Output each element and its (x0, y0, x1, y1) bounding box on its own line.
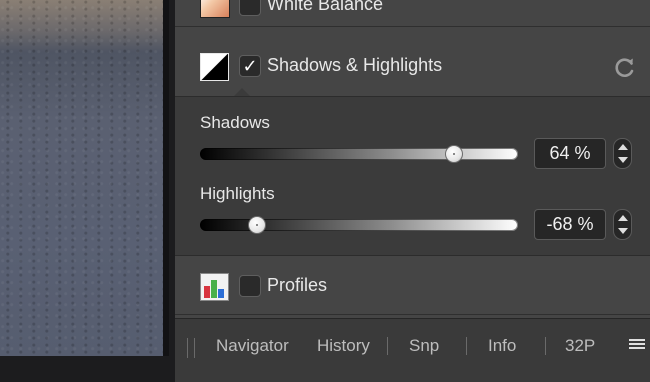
profiles-bar-red (204, 286, 210, 298)
shadows-decrement-arrow-icon[interactable] (618, 157, 628, 163)
highlights-stepper[interactable] (613, 209, 632, 240)
highlights-label: Highlights (200, 184, 275, 203)
shadows-highlights-controls: Shadows 64 % Highlights -68 % (175, 96, 650, 256)
tab-separator (387, 337, 388, 355)
white-balance-row[interactable]: White Balance (175, 0, 650, 27)
highlights-decrement-arrow-icon[interactable] (618, 228, 628, 234)
highlights-increment-arrow-icon[interactable] (618, 215, 628, 221)
white-balance-thumbnail-icon (200, 0, 230, 18)
panel-divider (175, 314, 650, 315)
shadows-increment-arrow-icon[interactable] (618, 144, 628, 150)
tab-navigator[interactable]: Navigator (216, 336, 289, 356)
shadows-slider-knob[interactable] (445, 145, 464, 163)
panel-tab-bar: Navigator History Snp Info 32P (175, 318, 650, 382)
tab-separator (466, 337, 467, 355)
shadows-value-field[interactable]: 64 % (534, 138, 606, 169)
tab-32p[interactable]: 32P (565, 336, 595, 356)
shadows-label: Shadows (200, 113, 270, 132)
profiles-row[interactable]: Profiles (175, 258, 650, 314)
studio-panel: White Balance ✓ Shadows & Highlights Sha… (175, 0, 650, 318)
shadows-highlights-label: Shadows & Highlights (267, 55, 443, 75)
canvas-border (163, 0, 169, 356)
shadows-slider[interactable] (200, 145, 518, 163)
shadows-highlights-thumbnail-icon (200, 53, 229, 81)
profiles-checkbox[interactable] (239, 275, 261, 297)
shadows-highlights-checkbox[interactable]: ✓ (239, 55, 261, 77)
hamburger-menu-icon[interactable] (629, 339, 645, 353)
shadows-stepper[interactable] (613, 138, 632, 169)
highlights-value-field[interactable]: -68 % (534, 209, 606, 240)
tab-history[interactable]: History (317, 336, 370, 356)
reset-icon[interactable] (613, 55, 637, 79)
profiles-bar-green (211, 280, 217, 298)
photo-canvas[interactable] (0, 0, 163, 356)
drag-grip-icon[interactable] (187, 338, 195, 358)
white-balance-checkbox[interactable] (239, 0, 261, 16)
highlights-slider-knob[interactable] (248, 216, 267, 234)
canvas-bottom-strip (0, 356, 175, 381)
profiles-label: Profiles (267, 275, 328, 295)
profiles-thumbnail-icon (200, 273, 229, 301)
white-balance-label: White Balance (267, 0, 384, 14)
tab-snapshots[interactable]: Snp (409, 336, 439, 356)
profiles-bar-blue (218, 289, 224, 298)
tab-separator (545, 337, 546, 355)
highlights-slider[interactable] (200, 216, 518, 234)
tab-info[interactable]: Info (488, 336, 516, 356)
